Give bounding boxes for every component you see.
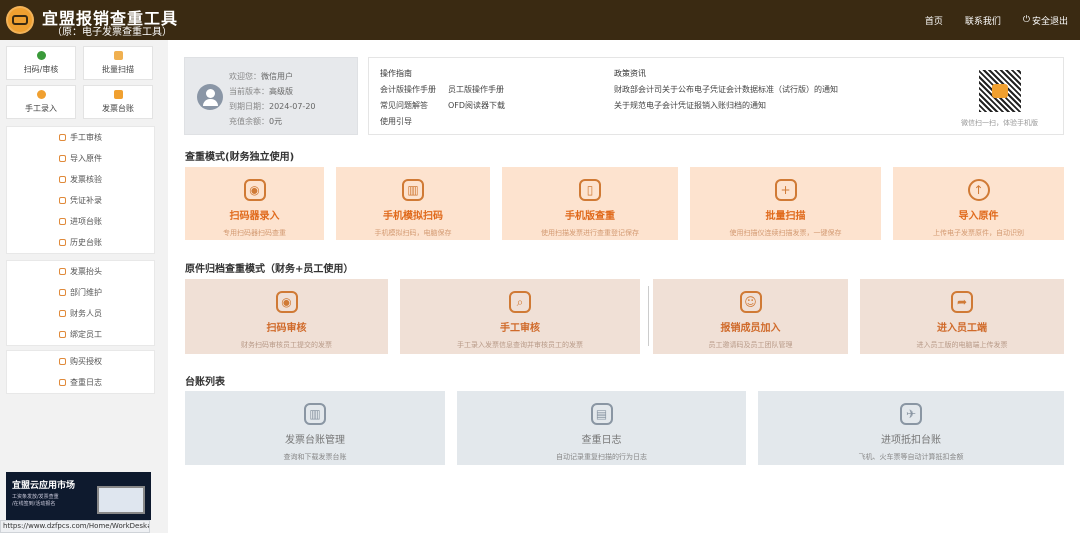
promo-banner[interactable]: 宜盟云应用市场 工资条发放/发票查重 /在线签到/活动报名: [6, 472, 151, 520]
qr-logo-icon: [992, 84, 1008, 98]
menu-invoice-header[interactable]: 发票抬头: [7, 261, 154, 282]
menu-finance-staff[interactable]: 财务人员: [7, 303, 154, 324]
upload-icon: ↑: [967, 179, 990, 201]
link-usage-guide[interactable]: 使用引导: [380, 116, 412, 127]
nav-logout[interactable]: ⏻ 安全退出: [1023, 14, 1068, 27]
batch-icon: [113, 51, 123, 60]
history-icon: [59, 239, 66, 246]
qr-caption: 微信扫一扫，体验手机版: [961, 119, 1038, 127]
app-header: 宜盟报销查重工具 （原：电子发票查重工具） 首页 联系我们 ⏻ 安全退出: [0, 0, 1080, 40]
input-ledger-icon: [59, 218, 66, 225]
menu-bind-employee[interactable]: 绑定员工: [7, 324, 154, 345]
menu-group-2: 发票抬头 部门维护 财务人员 绑定员工: [6, 260, 155, 346]
status-url: https://www.dzfpcs.com/Home/WorkDesk#: [0, 520, 150, 533]
header-icon: [59, 268, 66, 275]
menu-dept-maintain[interactable]: 部门维护: [7, 282, 154, 303]
verify-icon: [59, 176, 66, 183]
menu-manual-audit[interactable]: 手工审核: [7, 127, 154, 148]
tile-scan-audit[interactable]: 扫码/审核: [6, 46, 76, 80]
audit-icon: [59, 134, 66, 141]
card-invoice-ledger[interactable]: ▥ 发票台账管理 查询和下载发票台账: [185, 391, 445, 465]
section-title-ledger-list: 台账列表: [185, 377, 225, 388]
link-policy-1[interactable]: 财政部会计司关于公布电子凭证会计数据标准（试行版）的通知: [614, 84, 838, 95]
scan-icon: [36, 51, 46, 60]
section2-divider: [648, 286, 649, 346]
card-scan-audit[interactable]: ◉ 扫码审核 财务扫码审核员工提交的发票: [185, 279, 388, 354]
tile-manual-entry[interactable]: 手工录入: [6, 85, 76, 119]
power-icon: ⏻: [1022, 15, 1030, 25]
card-input-deduct-ledger[interactable]: ✈ 进项抵扣台账 飞机、火车票等自动计算抵扣金额: [758, 391, 1064, 465]
monitor-icon: [97, 486, 145, 514]
card-phone-sim-scan[interactable]: ▥ 手机模拟扫码 手机模拟扫码，电脑保存: [336, 167, 490, 240]
main-content: 欢迎您：微信用户 当前版本：高级版 到期日期：2024-07-20 充值余额：0…: [168, 40, 1080, 533]
log-doc-icon: ▤: [590, 403, 613, 425]
menu-history-ledger[interactable]: 历史台账: [7, 232, 154, 253]
link-faq[interactable]: 常见问题解答: [380, 100, 428, 111]
bind-icon: [59, 331, 66, 338]
tile-invoice-ledger[interactable]: 发票台账: [83, 85, 153, 119]
card-batch-scan[interactable]: + 批量扫描 使用扫描仪连续扫描发票，一键保存: [690, 167, 881, 240]
books-icon: ▥: [304, 403, 326, 425]
mobile-icon: ▯: [579, 179, 601, 201]
menu-group-3: 购买授权 查重日志: [6, 350, 155, 394]
search-icon: ⌕: [509, 291, 531, 313]
guide-panel: 操作指南 会计版操作手册 员工版操作手册 常见问题解答 OFD阅读器下载 使用引…: [368, 57, 1064, 135]
app-subtitle: （原：电子发票查重工具）: [52, 27, 172, 38]
barcode-icon: ▥: [402, 179, 424, 201]
avatar-icon: [197, 84, 223, 110]
sidebar: 扫码/审核 批量扫描 手工录入 发票台账 手工审核 导入原件 发票核验 凭证补录…: [0, 40, 162, 533]
section-title-archive-mode: 原件归档查重模式（财务+员工使用）: [185, 264, 354, 275]
ops-guide-title: 操作指南: [380, 69, 412, 78]
policy-title: 政策资讯: [614, 69, 646, 78]
menu-invoice-verify[interactable]: 发票核验: [7, 169, 154, 190]
user-info-card: 欢迎您：微信用户 当前版本：高级版 到期日期：2024-07-20 充值余额：0…: [184, 57, 358, 135]
batch-add-icon: +: [774, 179, 797, 201]
nav-home[interactable]: 首页: [925, 14, 943, 27]
menu-input-ledger[interactable]: 进项台账: [7, 211, 154, 232]
menu-import-original[interactable]: 导入原件: [7, 148, 154, 169]
license-icon: [59, 358, 66, 365]
team-icon: ☺: [739, 291, 762, 313]
link-ofd-download[interactable]: OFD阅读器下载: [448, 100, 505, 111]
tile-batch-scan[interactable]: 批量扫描: [83, 46, 153, 80]
ledger-icon: [113, 90, 123, 99]
share-arrow-icon: ➦: [951, 291, 973, 313]
top-nav: 首页 联系我们 ⏻ 安全退出: [925, 0, 1068, 40]
link-accountant-manual[interactable]: 会计版操作手册: [380, 84, 436, 95]
menu-dup-log[interactable]: 查重日志: [7, 372, 154, 393]
menu-purchase-license[interactable]: 购买授权: [7, 351, 154, 372]
import-icon: [59, 155, 66, 162]
card-import-original[interactable]: ↑ 导入原件 上传电子发票原件，自动识别: [893, 167, 1064, 240]
card-dup-log[interactable]: ▤ 查重日志 自动记录重复扫描的行为日志: [457, 391, 746, 465]
menu-voucher-supplement[interactable]: 凭证补录: [7, 190, 154, 211]
staff-icon: [59, 310, 66, 317]
link-employee-manual[interactable]: 员工版操作手册: [448, 84, 504, 95]
dept-icon: [59, 289, 66, 296]
plus-icon: [36, 90, 46, 99]
scanner-icon: ◉: [243, 179, 266, 201]
ticket-icon: ✈: [900, 403, 922, 425]
link-policy-2[interactable]: 关于规范电子会计凭证报销入账归档的通知: [614, 100, 766, 111]
card-enter-employee[interactable]: ➦ 进入员工端 进入员工版的电脑端上传发票: [860, 279, 1064, 354]
card-manual-audit[interactable]: ⌕ 手工审核 手工录入发票信息查询并审核员工的发票: [400, 279, 640, 354]
card-mobile-check[interactable]: ▯ 手机版查重 使用扫描发票进行查重登记保存: [502, 167, 678, 240]
card-scanner-entry[interactable]: ◉ 扫码器录入 专用扫码器扫码查重: [185, 167, 324, 240]
log-icon: [59, 379, 66, 386]
menu-group-1: 手工审核 导入原件 发票核验 凭证补录 进项台账 历史台账: [6, 126, 155, 254]
scanner-icon: ◉: [275, 291, 298, 313]
qr-code: [977, 68, 1023, 114]
section-title-dup-mode: 查重模式(财务独立使用): [185, 152, 295, 163]
app-logo-icon: [6, 6, 34, 34]
card-member-join[interactable]: ☺ 报销成员加入 员工邀请码及员工团队管理: [653, 279, 848, 354]
nav-contact[interactable]: 联系我们: [965, 14, 1001, 27]
voucher-icon: [59, 197, 66, 204]
